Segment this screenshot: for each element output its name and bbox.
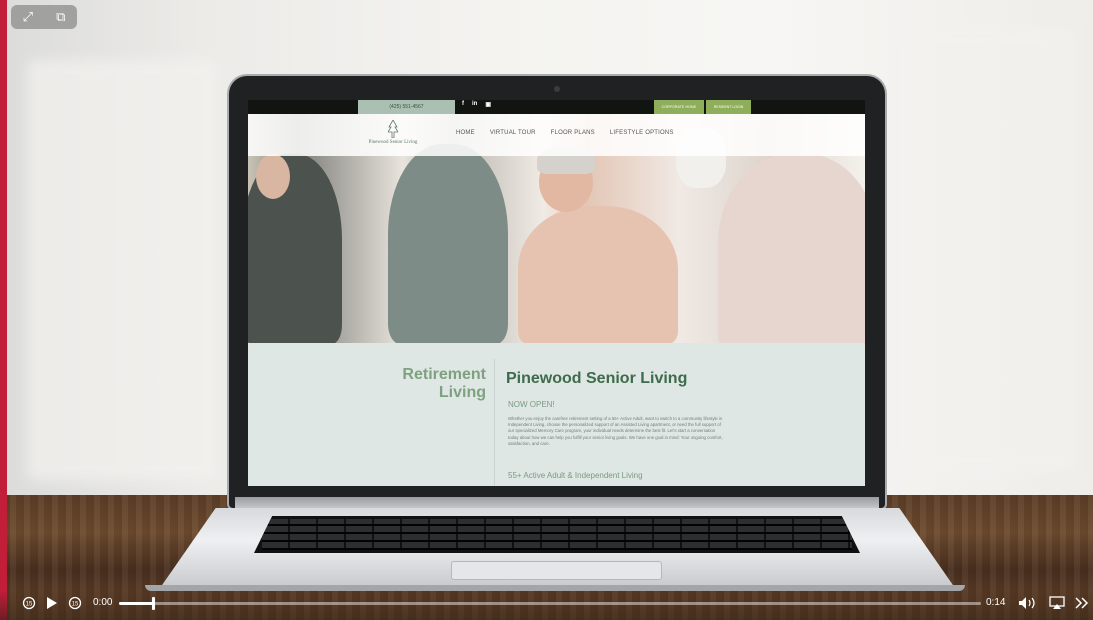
phone-number[interactable]: (425) 551-4567 (358, 100, 455, 114)
page-title: Pinewood Senior Living (506, 370, 688, 387)
nav-home[interactable]: HOME (456, 130, 475, 136)
player-controls (0, 590, 1093, 620)
sub-heading: 55+ Active Adult & Independent Living (508, 471, 643, 480)
youtube-icon[interactable]: ▣ (485, 101, 491, 108)
content-section: Retirement Living Pinewood Senior Living… (248, 343, 865, 486)
linkedin-icon[interactable]: in (472, 101, 477, 108)
laptop-trackpad (451, 561, 662, 580)
picture-in-picture-icon[interactable]: ⧉ (56, 9, 65, 25)
expand-icon[interactable]: ⤢ (23, 9, 33, 25)
site-topbar: (425) 551-4567 f in ▣ CORPORATE HOME RES… (248, 100, 865, 114)
seek-bar[interactable] (119, 597, 981, 610)
intro-paragraph: Whether you enjoy the carefree retiremen… (508, 416, 723, 446)
resident-login-button[interactable]: RESIDENT LOGIN (706, 100, 751, 114)
more-icon[interactable] (1075, 597, 1089, 609)
main-nav: HOME VIRTUAL TOUR FLOOR PLANS LIFESTYLE … (456, 130, 674, 136)
nav-floor-plans[interactable]: FLOOR PLANS (551, 130, 595, 136)
logo-text: Pinewood Senior Living (368, 140, 418, 145)
hero-image: Pinewood Senior Living HOME VIRTUAL TOUR… (248, 114, 865, 343)
volume-icon[interactable] (1018, 596, 1038, 610)
svg-text:15: 15 (26, 602, 33, 608)
site-navbar: Pinewood Senior Living HOME VIRTUAL TOUR… (248, 114, 865, 156)
laptop-screen: (425) 551-4567 f in ▣ CORPORATE HOME RES… (248, 100, 865, 486)
camera-icon (554, 86, 560, 92)
airplay-icon[interactable] (1049, 596, 1065, 610)
skip-forward-icon[interactable]: 15 (68, 596, 82, 610)
facebook-icon[interactable]: f (462, 101, 464, 108)
svg-text:15: 15 (72, 602, 79, 608)
nav-virtual-tour[interactable]: VIRTUAL TOUR (490, 130, 536, 136)
player-top-controls: ⤢ ⧉ (11, 5, 77, 29)
corporate-home-button[interactable]: CORPORATE HOME (654, 100, 704, 114)
side-title-line-1: Retirement (402, 366, 486, 383)
seek-bar-fill (119, 602, 154, 605)
video-frame: ⤢ ⧉ (425) 551-4567 f in ▣ CORPORATE HOME… (0, 0, 1093, 620)
now-open-label: NOW OPEN! (508, 400, 555, 409)
divider (494, 359, 495, 486)
pine-tree-icon (388, 120, 398, 138)
duration: 0:14 (986, 597, 1006, 608)
nav-lifestyle-options[interactable]: LIFESTYLE OPTIONS (610, 130, 674, 136)
skip-back-icon[interactable]: 15 (22, 596, 36, 610)
play-icon[interactable] (46, 596, 58, 610)
site-logo[interactable]: Pinewood Senior Living (361, 120, 425, 145)
social-links: f in ▣ (462, 101, 491, 108)
current-time: 0:00 (93, 597, 113, 608)
side-title-line-2: Living (438, 384, 486, 401)
laptop-keyboard (254, 516, 860, 553)
section-side-title: Retirement Living (368, 366, 486, 402)
